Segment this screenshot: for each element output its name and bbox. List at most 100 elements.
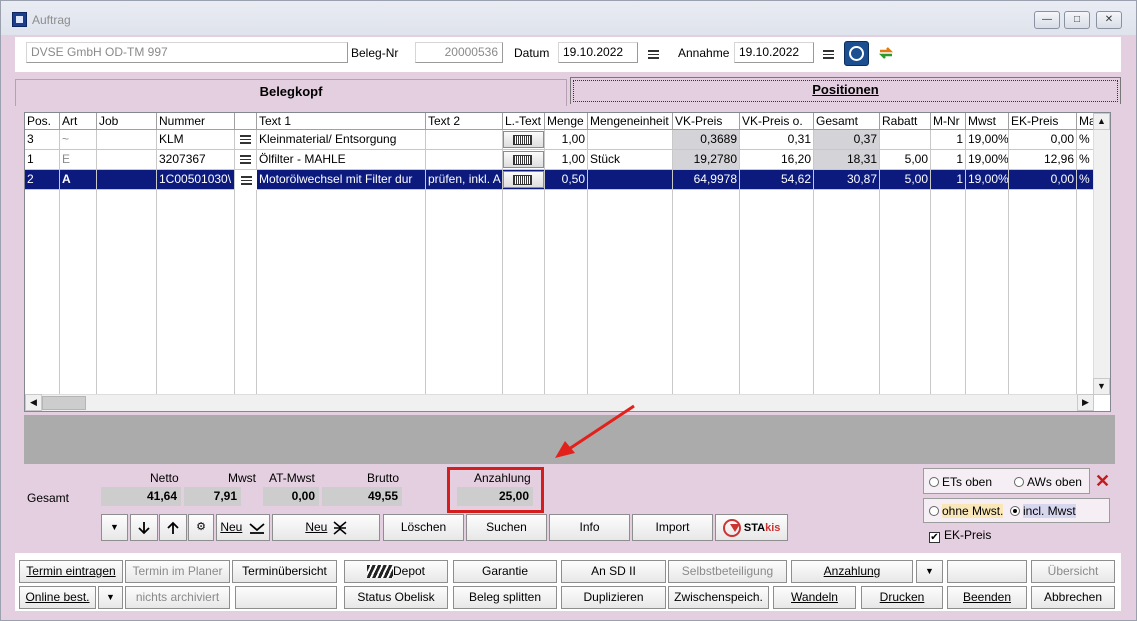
col-header-einheit[interactable]: Mengeneinheit — [588, 113, 673, 130]
move-down-button[interactable] — [130, 514, 158, 541]
cell-mwst: 19,00% — [966, 130, 1009, 150]
netto-value: 41,64 — [101, 487, 181, 506]
scroll-left-icon[interactable]: ◀ — [25, 394, 42, 411]
ek-preis-checkbox[interactable]: ✔ EK-Preis — [929, 528, 991, 543]
memo-icon[interactable] — [235, 150, 257, 170]
move-up-button[interactable] — [159, 514, 187, 541]
abbrechen-button[interactable]: Abbrechen — [1031, 586, 1115, 609]
beenden-button[interactable]: Beenden — [947, 586, 1027, 609]
empty-button[interactable] — [947, 560, 1027, 583]
scroll-thumb[interactable] — [42, 396, 86, 410]
an-sd-ii-button[interactable]: An SD II — [561, 560, 666, 583]
termin-eintragen-label: Termin eintragen — [26, 564, 116, 578]
minimize-button[interactable]: — — [1034, 11, 1060, 29]
col-header-mwst[interactable]: Mwst — [966, 113, 1009, 130]
neu-below-button[interactable]: Neu — [216, 514, 270, 541]
suchen-button[interactable]: Suchen — [466, 514, 547, 541]
cell-art: A — [60, 170, 97, 190]
scroll-right-icon[interactable]: ▶ — [1077, 394, 1094, 411]
ltext-button[interactable] — [503, 130, 545, 150]
uebersicht-button[interactable]: Übersicht — [1031, 560, 1115, 583]
tab-positionen[interactable]: Positionen — [570, 77, 1121, 104]
annahme-picker-icon[interactable] — [823, 47, 834, 61]
col-header-vkpreis[interactable]: VK-Preis — [673, 113, 740, 130]
beleg-splitten-button[interactable]: Beleg splitten — [453, 586, 557, 609]
memo-icon[interactable] — [235, 170, 257, 190]
longtext-icon — [513, 135, 532, 145]
col-header-vkpreis-o[interactable]: VK-Preis o. — [740, 113, 814, 130]
col-header-ma[interactable]: Ma — [1077, 113, 1094, 130]
close-button[interactable]: ✕ — [1096, 11, 1122, 29]
cell-vkpreis: 19,2780 — [673, 150, 740, 170]
aws-oben-radio[interactable]: AWs oben — [1014, 475, 1082, 489]
cell-mnr: 1 — [931, 130, 966, 150]
wandeln-button[interactable]: Wandeln — [773, 586, 856, 609]
beleg-number-field[interactable]: 20000536 — [415, 42, 503, 63]
info-button[interactable]: Info — [549, 514, 630, 541]
status-obelisk-button[interactable]: Status Obelisk — [344, 586, 448, 609]
positions-grid[interactable]: Pos. Art Job Nummer Text 1 Text 2 L.-Tex… — [24, 112, 1111, 412]
annahme-field[interactable]: 19.10.2022 — [734, 42, 814, 63]
datum-field[interactable]: 19.10.2022 — [558, 42, 638, 63]
chevron-down-icon: ▼ — [106, 592, 115, 602]
col-header-text1[interactable]: Text 1 — [257, 113, 426, 130]
col-header-rabatt[interactable]: Rabatt — [880, 113, 931, 130]
sync-icon[interactable] — [877, 44, 895, 62]
datum-picker-icon[interactable] — [648, 47, 659, 61]
col-header-text2[interactable]: Text 2 — [426, 113, 503, 130]
loeschen-button[interactable]: Löschen — [383, 514, 464, 541]
clear-icon[interactable]: ✕ — [1095, 472, 1110, 490]
stakis-label-a: STA — [743, 522, 766, 534]
col-header-menge[interactable]: Menge — [545, 113, 588, 130]
tab-belegkopf[interactable]: Belegkopf — [15, 79, 567, 106]
col-header-memo[interactable] — [235, 113, 257, 130]
termin-eintragen-button[interactable]: Termin eintragen — [19, 560, 123, 583]
online-best-dropdown[interactable]: ▼ — [98, 586, 123, 609]
col-header-pos[interactable]: Pos. — [25, 113, 60, 130]
col-header-mnr[interactable]: M-Nr — [931, 113, 966, 130]
customer-field[interactable]: DVSE GmbH OD-TM 997 — [26, 42, 348, 63]
ets-oben-radio[interactable]: ETs oben — [929, 475, 992, 489]
terminuebersicht-button[interactable]: Terminübersicht — [232, 560, 337, 583]
radio-icon — [1014, 477, 1024, 487]
garantie-button[interactable]: Garantie — [453, 560, 557, 583]
ltext-button[interactable] — [503, 170, 545, 190]
cell-text1: Motorölwechsel mit Filter dur — [257, 170, 426, 190]
col-header-job[interactable]: Job — [97, 113, 157, 130]
scroll-up-icon[interactable]: ▲ — [1093, 113, 1110, 130]
empty-button[interactable] — [235, 586, 337, 609]
archive-status-button[interactable]: nichts archiviert — [125, 586, 230, 609]
anzahlung-dropdown-button[interactable]: ▼ — [916, 560, 943, 583]
ohne-mwst-radio[interactable]: ohne Mwst. — [929, 504, 1004, 518]
dropdown-button[interactable]: ▼ — [101, 514, 128, 541]
col-header-gesamt[interactable]: Gesamt — [814, 113, 880, 130]
vehicle-icon[interactable] — [844, 41, 869, 66]
import-button[interactable]: Import — [632, 514, 713, 541]
col-header-nummer[interactable]: Nummer — [157, 113, 235, 130]
stakis-button[interactable]: STAkis — [715, 514, 788, 541]
incl-mwst-radio[interactable]: incl. Mwst — [1010, 504, 1076, 518]
maximize-button[interactable]: □ — [1064, 11, 1090, 29]
selbstbeteiligung-button[interactable]: Selbstbeteiligung — [668, 560, 787, 583]
col-header-ltext[interactable]: L.-Text — [503, 113, 545, 130]
online-best-button[interactable]: Online best. — [19, 586, 96, 609]
stakis-label-b: kis — [765, 522, 781, 534]
col-header-ekpreis[interactable]: EK-Preis — [1009, 113, 1077, 130]
duplizieren-button[interactable]: Duplizieren — [561, 586, 666, 609]
termin-im-planer-button[interactable]: Termin im Planer — [125, 560, 230, 583]
anzahlung-button[interactable]: Anzahlung — [791, 560, 913, 583]
vertical-scrollbar[interactable]: ▲ ▼ — [1093, 113, 1110, 395]
drucken-button[interactable]: Drucken — [861, 586, 943, 609]
zwischenspeichern-button[interactable]: Zwischenspeich. — [668, 586, 769, 609]
cell-text1: Kleinmaterial/ Entsorgung — [257, 130, 426, 150]
scroll-down-icon[interactable]: ▼ — [1093, 378, 1110, 395]
ltext-button[interactable] — [503, 150, 545, 170]
grid-empty-area — [25, 190, 1094, 395]
memo-icon[interactable] — [235, 130, 257, 150]
depot-button[interactable]: Depot — [344, 560, 448, 583]
settings-button[interactable]: ⚙ — [188, 514, 214, 541]
col-header-art[interactable]: Art — [60, 113, 97, 130]
neu-between-button[interactable]: Neu — [272, 514, 380, 541]
cell-mnr: 1 — [931, 170, 966, 190]
cell-pos: 3 — [25, 130, 60, 150]
